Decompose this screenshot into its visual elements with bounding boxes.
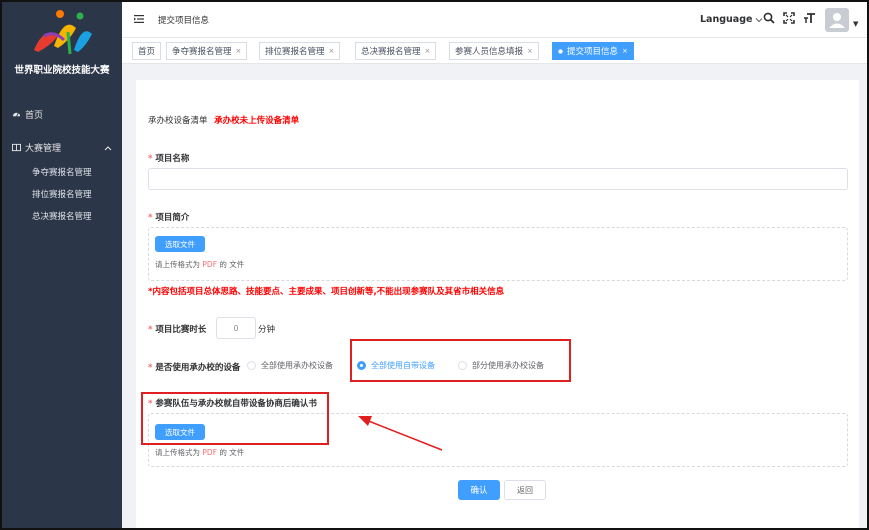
sidebar-item-manage[interactable]: 大赛管理	[12, 141, 112, 154]
close-icon[interactable]: ×	[527, 47, 533, 55]
language-selector[interactable]: Language	[700, 14, 763, 25]
logo-icon	[34, 10, 92, 55]
tab-submit-project[interactable]: 提交项目信息 ×	[552, 42, 634, 60]
confirm-button[interactable]: 确认	[458, 480, 500, 500]
upload-hint: 请上传格式为 PDF 的 文件	[155, 448, 245, 457]
project-intro-label: * 项目简介	[148, 213, 190, 223]
caret-down-icon[interactable]: ▼	[853, 20, 858, 28]
radio-all-host-equipment[interactable]: 全部使用承办校设备	[247, 360, 333, 371]
radio-circle-icon	[247, 361, 256, 370]
fullscreen-icon[interactable]	[783, 12, 795, 24]
equipment-use-label: * 是否使用承办校的设备	[148, 363, 241, 373]
user-icon	[829, 13, 845, 28]
dashboard-icon	[12, 112, 21, 117]
sidebar: 世界职业院校技能大赛 首页 大赛管理 争夺赛报名管理 排位赛报名管理 总决赛报名…	[2, 2, 122, 528]
sidebar-item-home[interactable]: 首页	[12, 108, 43, 121]
back-button[interactable]: 返回	[504, 480, 546, 500]
equipment-list-label: 承办校设备清单	[148, 116, 208, 126]
sidebar-subitem-ranking[interactable]: 排位赛报名管理	[32, 188, 92, 200]
tab-label: 参赛人员信息填报	[455, 47, 524, 57]
close-icon[interactable]: ×	[622, 47, 628, 55]
active-dot-icon	[558, 48, 563, 54]
highlight-box-radio	[350, 339, 571, 382]
font-size-icon[interactable]	[803, 12, 816, 24]
tab-final-registration[interactable]: 总决赛报名管理 ×	[355, 42, 437, 60]
form-card: 承办校设备清单 承办校未上传设备清单 * 项目名称 * 项目简介 选取文件 请上…	[136, 80, 859, 528]
equipment-list-status: 承办校未上传设备清单	[214, 116, 300, 126]
highlight-box-agreement	[141, 392, 329, 445]
book-icon	[12, 143, 21, 152]
tab-label: 争夺赛报名管理	[172, 47, 232, 57]
equipment-list-row: 承办校设备清单 承办校未上传设备清单	[148, 114, 299, 126]
intro-note: *内容包括项目总体思路、技能要点、主要成果、项目创新等,不能出现参赛队及其省市相…	[148, 287, 505, 297]
tab-label: 总决赛报名管理	[361, 47, 421, 57]
sidebar-item-label: 首页	[25, 111, 44, 121]
main-content: 承办校设备清单 承办校未上传设备清单 * 项目名称 * 项目简介 选取文件 请上…	[122, 64, 867, 528]
select-file-button[interactable]: 选取文件	[155, 236, 205, 252]
sidebar-subitem-final[interactable]: 总决赛报名管理	[32, 210, 92, 222]
breadcrumb: 提交项目信息	[158, 16, 210, 26]
hamburger-icon[interactable]	[134, 14, 145, 24]
close-icon[interactable]: ×	[425, 47, 431, 55]
close-icon[interactable]: ×	[236, 47, 242, 55]
project-intro-upload: 选取文件 请上传格式为 PDF 的 文件	[148, 227, 848, 281]
chevron-up-icon	[104, 145, 112, 150]
tab-label: 排位赛报名管理	[265, 47, 325, 57]
tab-label: 提交项目信息	[567, 47, 619, 57]
avatar[interactable]	[825, 8, 849, 32]
search-icon[interactable]	[763, 12, 775, 24]
duration-input[interactable]: 0	[216, 317, 256, 339]
sidebar-item-label: 大赛管理	[25, 144, 62, 154]
annotation-arrow-icon	[358, 416, 443, 451]
tab-participant-info[interactable]: 参赛人员信息填报 ×	[449, 42, 539, 60]
tags-view: 首页 争夺赛报名管理 × 排位赛报名管理 × 总决赛报名管理 × 参赛人员信息填…	[122, 38, 867, 64]
tab-contest-registration[interactable]: 争夺赛报名管理 ×	[166, 42, 248, 60]
close-icon[interactable]: ×	[329, 47, 335, 55]
sidebar-subitem-contest[interactable]: 争夺赛报名管理	[32, 166, 92, 178]
tab-home[interactable]: 首页	[132, 42, 162, 60]
language-label: Language	[700, 14, 753, 25]
upload-hint: 请上传格式为 PDF 的 文件	[155, 260, 245, 269]
app-window: 世界职业院校技能大赛 首页 大赛管理 争夺赛报名管理 排位赛报名管理 总决赛报名…	[0, 0, 869, 530]
tab-label: 首页	[138, 47, 156, 57]
top-header: 提交项目信息 Language ▼	[122, 2, 867, 38]
project-name-label: * 项目名称	[148, 154, 190, 164]
project-name-input[interactable]	[148, 168, 848, 190]
tab-ranking-registration[interactable]: 排位赛报名管理 ×	[259, 42, 341, 60]
duration-label: * 项目比赛时长	[148, 325, 207, 335]
duration-unit: 分钟	[258, 325, 276, 335]
logo-text: 世界职业院校技能大赛	[14, 65, 110, 76]
